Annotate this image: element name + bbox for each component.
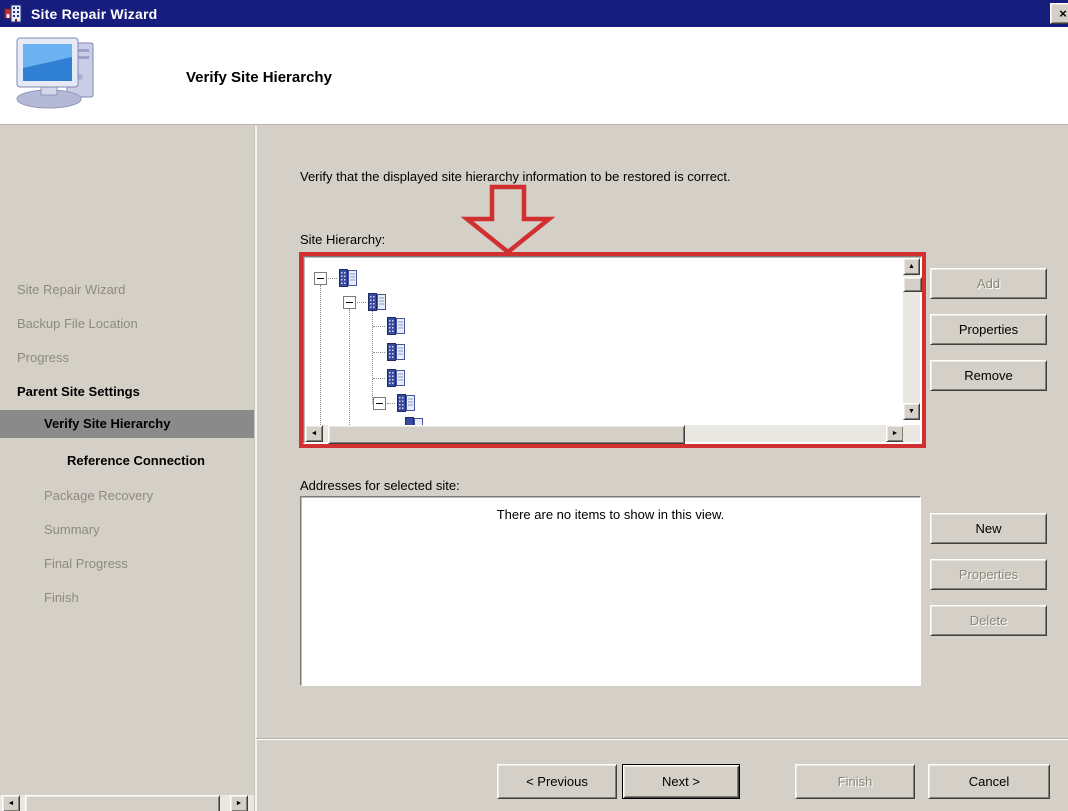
tree-connector-line	[349, 309, 350, 425]
site-icon	[403, 416, 425, 425]
tree-connector-line	[328, 278, 337, 279]
site-icon[interactable]	[385, 368, 407, 388]
wizard-header: Verify Site Hierarchy	[0, 27, 1068, 125]
tree-connector-line	[387, 403, 395, 404]
close-icon: ×	[1059, 6, 1067, 21]
sidebar-item-package-recovery: Package Recovery	[44, 487, 153, 505]
scrollbar-thumb[interactable]	[328, 425, 685, 444]
sidebar-selected-band: Verify Site Hierarchy	[0, 410, 254, 438]
computer-icon	[15, 35, 101, 109]
site-icon[interactable]	[337, 268, 359, 288]
tree-horizontal-scrollbar[interactable]: ◄ ►	[305, 425, 904, 442]
sidebar-item-final-progress: Final Progress	[44, 555, 128, 573]
addresses-list[interactable]: There are no items to show in this view.	[300, 496, 921, 686]
site-icon[interactable]	[385, 316, 407, 336]
expand-toggle[interactable]	[314, 272, 327, 285]
close-button[interactable]: ×	[1050, 3, 1068, 24]
properties-button[interactable]: Properties	[930, 314, 1047, 345]
tree-connector-line	[373, 378, 385, 379]
expand-toggle[interactable]	[343, 296, 356, 309]
sidebar-item-site-repair-wizard: Site Repair Wizard	[17, 281, 125, 299]
scrollbar-thumb[interactable]	[25, 795, 220, 811]
site-hierarchy-tree[interactable]: ▲ ▼ ◄ ►	[303, 256, 922, 444]
tree-connector-line	[373, 326, 385, 327]
site-repair-wizard-window: Site Repair Wizard × Verify Site Hierarc…	[0, 0, 1068, 811]
wizard-steps-sidebar: Site Repair Wizard Backup File Location …	[0, 126, 254, 811]
site-icon[interactable]	[385, 342, 407, 362]
page-title: Verify Site Hierarchy	[186, 69, 332, 86]
next-button[interactable]: Next >	[622, 764, 740, 799]
scroll-left-icon: ◄	[8, 800, 15, 807]
sidebar-item-parent-site-settings: Parent Site Settings	[17, 383, 140, 401]
empty-view-text: There are no items to show in this view.	[301, 497, 920, 522]
collapse-icon	[346, 302, 353, 303]
scroll-left-icon: ◄	[311, 430, 318, 437]
tree-connector-line	[357, 302, 366, 303]
scroll-left-button[interactable]: ◄	[305, 425, 323, 442]
collapse-icon	[317, 278, 324, 279]
footer-divider	[256, 738, 1068, 740]
scroll-down-button[interactable]: ▼	[903, 403, 920, 420]
tree-connector-line	[320, 285, 321, 425]
site-icon[interactable]	[395, 393, 417, 413]
address-properties-button[interactable]: Properties	[930, 559, 1047, 590]
tree-node-partial[interactable]	[403, 416, 425, 425]
red-arrow-annotation	[452, 184, 564, 256]
delete-button[interactable]: Delete	[930, 605, 1047, 636]
window-title: Site Repair Wizard	[31, 6, 157, 22]
scrollbar-corner	[903, 425, 920, 442]
finish-button[interactable]: Finish	[795, 764, 915, 799]
sidebar-item-reference-connection: Reference Connection	[67, 452, 205, 470]
scroll-up-button[interactable]: ▲	[903, 258, 920, 275]
scroll-left-button[interactable]: ◄	[2, 795, 20, 811]
scroll-right-icon: ►	[236, 800, 243, 807]
window-titlebar: Site Repair Wizard ×	[0, 0, 1068, 27]
add-button[interactable]: Add	[930, 268, 1047, 299]
tree-connector-line	[373, 352, 385, 353]
scroll-right-icon: ►	[892, 430, 899, 437]
scrollbar-thumb[interactable]	[903, 277, 922, 292]
sidebar-divider	[254, 126, 257, 811]
scroll-right-button[interactable]: ►	[886, 425, 904, 442]
scroll-down-icon: ▼	[908, 408, 915, 415]
expand-toggle[interactable]	[373, 397, 386, 410]
sidebar-item-progress: Progress	[17, 349, 69, 367]
sidebar-item-backup-file-location: Backup File Location	[17, 315, 138, 333]
remove-button[interactable]: Remove	[930, 360, 1047, 391]
tree-connector-line	[372, 309, 373, 404]
addresses-label: Addresses for selected site:	[300, 478, 460, 493]
sidebar-item-verify-site-hierarchy: Verify Site Hierarchy	[44, 415, 170, 433]
sidebar-item-summary: Summary	[44, 521, 100, 539]
site-icon[interactable]	[366, 292, 388, 312]
app-icon	[4, 4, 24, 24]
instruction-text: Verify that the displayed site hierarchy…	[300, 169, 731, 184]
scroll-up-icon: ▲	[908, 263, 915, 270]
new-button[interactable]: New	[930, 513, 1047, 544]
sidebar-item-finish: Finish	[44, 589, 79, 607]
scroll-right-button[interactable]: ►	[230, 795, 248, 811]
tree-vertical-scrollbar[interactable]: ▲ ▼	[903, 258, 920, 420]
sidebar-horizontal-scrollbar[interactable]: ◄ ►	[0, 795, 254, 811]
site-hierarchy-label: Site Hierarchy:	[300, 232, 385, 247]
cancel-button[interactable]: Cancel	[928, 764, 1050, 799]
collapse-icon	[376, 403, 383, 404]
previous-button[interactable]: < Previous	[497, 764, 617, 799]
